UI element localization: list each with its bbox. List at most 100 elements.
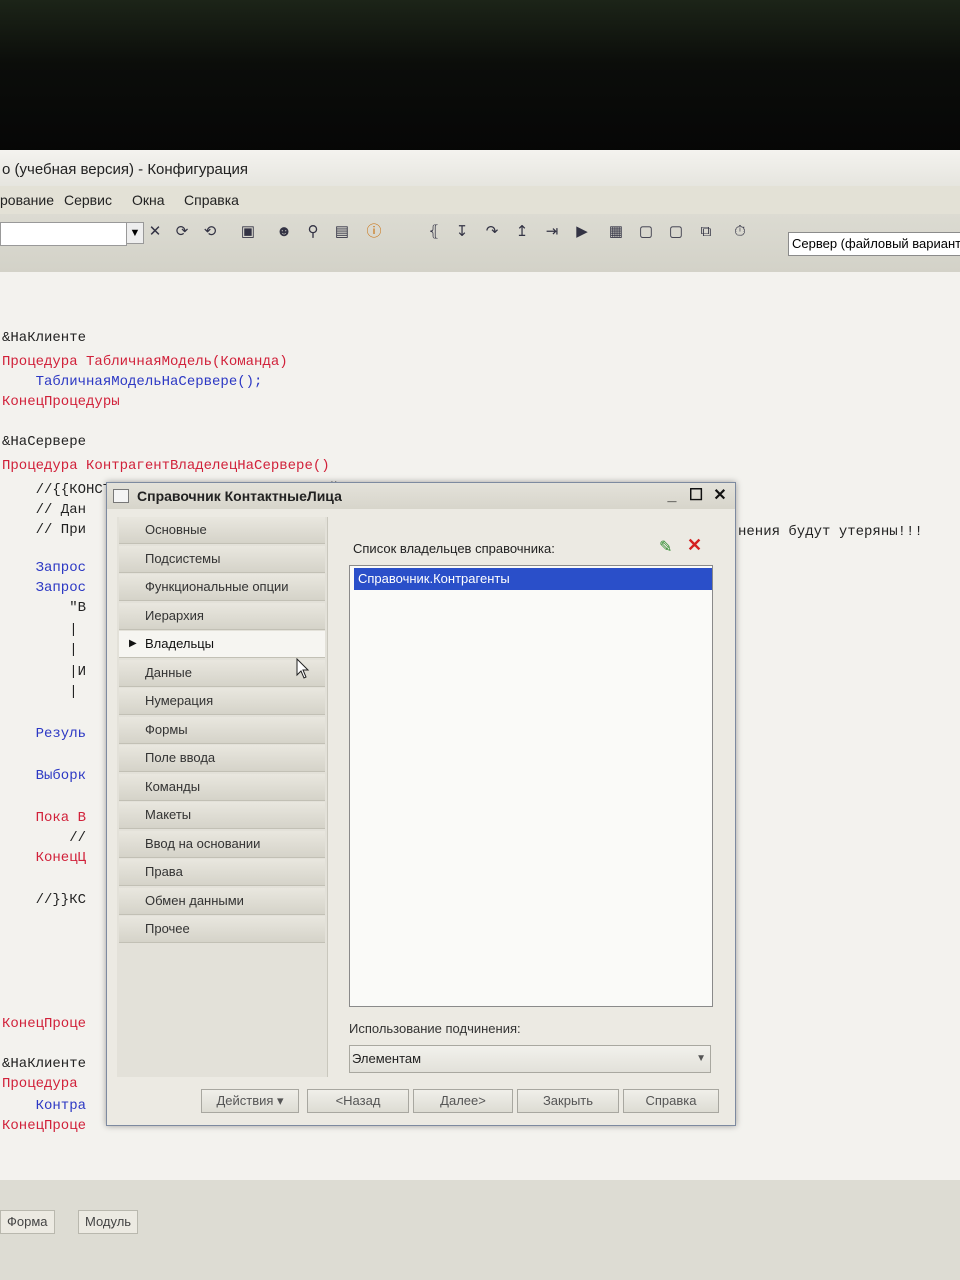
search-prev-icon[interactable]: ⟲ [200, 222, 220, 242]
dialog-nav: Основные Подсистемы Функциональные опции Ие… [117, 517, 328, 1077]
code-line: Запрос [2, 560, 87, 576]
minimize-icon[interactable]: _ [661, 485, 683, 507]
nav-item[interactable]: ▶ Владельцы [119, 631, 325, 658]
bracket-icon[interactable]: ⦃ [424, 222, 444, 242]
status-bar: Форма Модуль [0, 1180, 960, 1280]
subordination-label: Использование подчинения: [349, 1021, 521, 1036]
close-button[interactable]: Закрыть [517, 1089, 619, 1113]
window-icon[interactable]: ▢ [636, 222, 656, 242]
nav-item[interactable]: Формы [119, 716, 325, 744]
debug-icon[interactable]: ▶ [572, 222, 592, 242]
help-button[interactable]: Справка [623, 1089, 719, 1113]
actions-button-label: Действия [216, 1093, 274, 1108]
catalog-icon [113, 489, 129, 503]
chevron-down-icon[interactable]: ▼ [126, 222, 144, 244]
code-line: КонецПроце [2, 1118, 87, 1134]
close-icon[interactable]: ✕ [709, 485, 731, 507]
step-into-icon[interactable]: ↧ [452, 222, 472, 242]
step-out-icon[interactable]: ↥ [512, 222, 532, 242]
user-icon[interactable]: ☻ [274, 222, 294, 242]
nav-item[interactable]: Права [119, 859, 325, 886]
nav-item-label: Функциональные опции [145, 579, 289, 594]
actions-button[interactable]: Действия ▾ [201, 1089, 299, 1113]
toolbar-search-combo[interactable] [0, 222, 127, 246]
step-over-icon[interactable]: ↷ [482, 222, 502, 242]
subordination-value: Элементам [352, 1051, 422, 1066]
close-icon[interactable]: ✕ [145, 222, 165, 242]
next-button[interactable]: Далее> [413, 1089, 513, 1113]
subordination-select[interactable]: Элементам ▼ [349, 1045, 711, 1073]
menu-item-service[interactable]: Сервис [64, 192, 112, 208]
active-arrow-icon: ▶ [129, 638, 137, 649]
monitor-bezel [0, 0, 960, 160]
code-line: &НаКлиенте [2, 330, 87, 346]
clock-icon[interactable]: ⏱ [730, 222, 750, 242]
document-icon[interactable]: ▤ [332, 222, 352, 242]
tab-module[interactable]: Модуль [78, 1210, 139, 1234]
code-line: ТабличнаяМодельНаСервере(); [2, 374, 263, 390]
code-line: //}}КС [2, 892, 87, 908]
find-icon[interactable]: ⚲ [303, 222, 323, 242]
nav-item[interactable]: Нумерация [119, 688, 325, 715]
nav-item-label: Ввод на основании [145, 835, 261, 851]
code-line: Резуль [2, 726, 87, 742]
owners-list[interactable]: Справочник.Контрагенты [349, 565, 713, 1007]
back-button[interactable]: <Назад [307, 1089, 409, 1113]
toolbar: ▼ ✕ ⟳ ⟲ ▣ ☻ ⚲ ▤ ⓘ ⦃ ↧ ↷ ↥ ⇥ ▶ ▦ ▢ ▢ ⧉ ⏱ … [0, 214, 960, 273]
mouse-cursor-icon [296, 657, 310, 679]
nav-item[interactable]: Функциональные опции [119, 574, 325, 601]
code-line: Выборк [2, 768, 87, 784]
nav-item-label: Прочее [145, 921, 190, 936]
nav-item-label: Иерархия [145, 607, 204, 623]
code-line: Контра [2, 1098, 87, 1114]
run-to-cursor-icon[interactable]: ⇥ [542, 222, 562, 242]
nav-item[interactable]: Обмен данными [119, 887, 325, 915]
pencil-icon[interactable]: ✎ [659, 537, 672, 557]
nav-item[interactable]: Иерархия [119, 602, 325, 630]
config-icon[interactable]: ⧉ [696, 222, 716, 242]
menu-bar: рование Сервис Окна Справка [0, 186, 960, 214]
code-line: Процедура ТабличнаяМодель(Команда) [2, 354, 288, 370]
nav-item[interactable]: Основные [119, 517, 325, 544]
nav-item[interactable]: Подсистемы [119, 545, 325, 573]
chevron-down-icon: ▼ [696, 1053, 706, 1064]
code-line: // Дан [2, 502, 87, 518]
code-line: Процедура КонтрагентВладелецНаСервере() [2, 458, 330, 474]
tab-form[interactable]: Форма [0, 1210, 55, 1234]
dialog-titlebar: Справочник КонтактныеЛица _ ☐ ✕ [107, 483, 735, 509]
code-line: &НаСервере [2, 434, 87, 450]
menu-item-administration[interactable]: рование [0, 192, 54, 208]
server-mode-field[interactable]: Сервер (файловый вариант [788, 232, 960, 256]
code-line: Процедура [2, 1076, 78, 1092]
menu-item-windows[interactable]: Окна [132, 192, 165, 208]
database-icon[interactable]: ▦ [606, 222, 626, 242]
nav-item[interactable]: Поле ввода [119, 745, 325, 772]
nav-item-label: Данные [145, 664, 192, 680]
code-line: | [2, 622, 78, 638]
code-line: Запрос [2, 580, 87, 596]
nav-item[interactable]: Прочее [119, 916, 325, 943]
info-icon[interactable]: ⓘ [364, 222, 384, 242]
code-line: |И [2, 664, 87, 680]
list-item[interactable]: Справочник.Контрагенты [354, 568, 712, 590]
dialog-title: Справочник КонтактныеЛица [137, 488, 342, 504]
nav-item-label: Подсистемы [145, 550, 221, 566]
window-alt-icon[interactable]: ▢ [666, 222, 686, 242]
nav-item[interactable]: Макеты [119, 802, 325, 829]
nav-item[interactable]: Команды [119, 773, 325, 801]
window-title: о (учебная версия) - Конфигурация [0, 150, 960, 186]
windows-icon[interactable]: ▣ [238, 222, 258, 242]
delete-icon[interactable]: ✕ [687, 535, 702, 556]
nav-item[interactable]: Данные [119, 659, 325, 687]
code-line: &НаКлиенте [2, 1056, 87, 1072]
nav-item-label: Команды [145, 778, 201, 794]
menu-item-help[interactable]: Справка [184, 192, 239, 208]
nav-item[interactable]: Ввод на основании [119, 830, 325, 858]
code-line: КонецПроцедуры [2, 394, 120, 410]
maximize-icon[interactable]: ☐ [685, 485, 707, 507]
code-line: КонецЦ [2, 850, 87, 866]
catalog-dialog: Справочник КонтактныеЛица _ ☐ ✕ Основные… [106, 482, 736, 1126]
search-next-icon[interactable]: ⟳ [172, 222, 192, 242]
nav-item-label: Нумерация [145, 693, 214, 708]
code-line: Пока В [2, 810, 87, 826]
